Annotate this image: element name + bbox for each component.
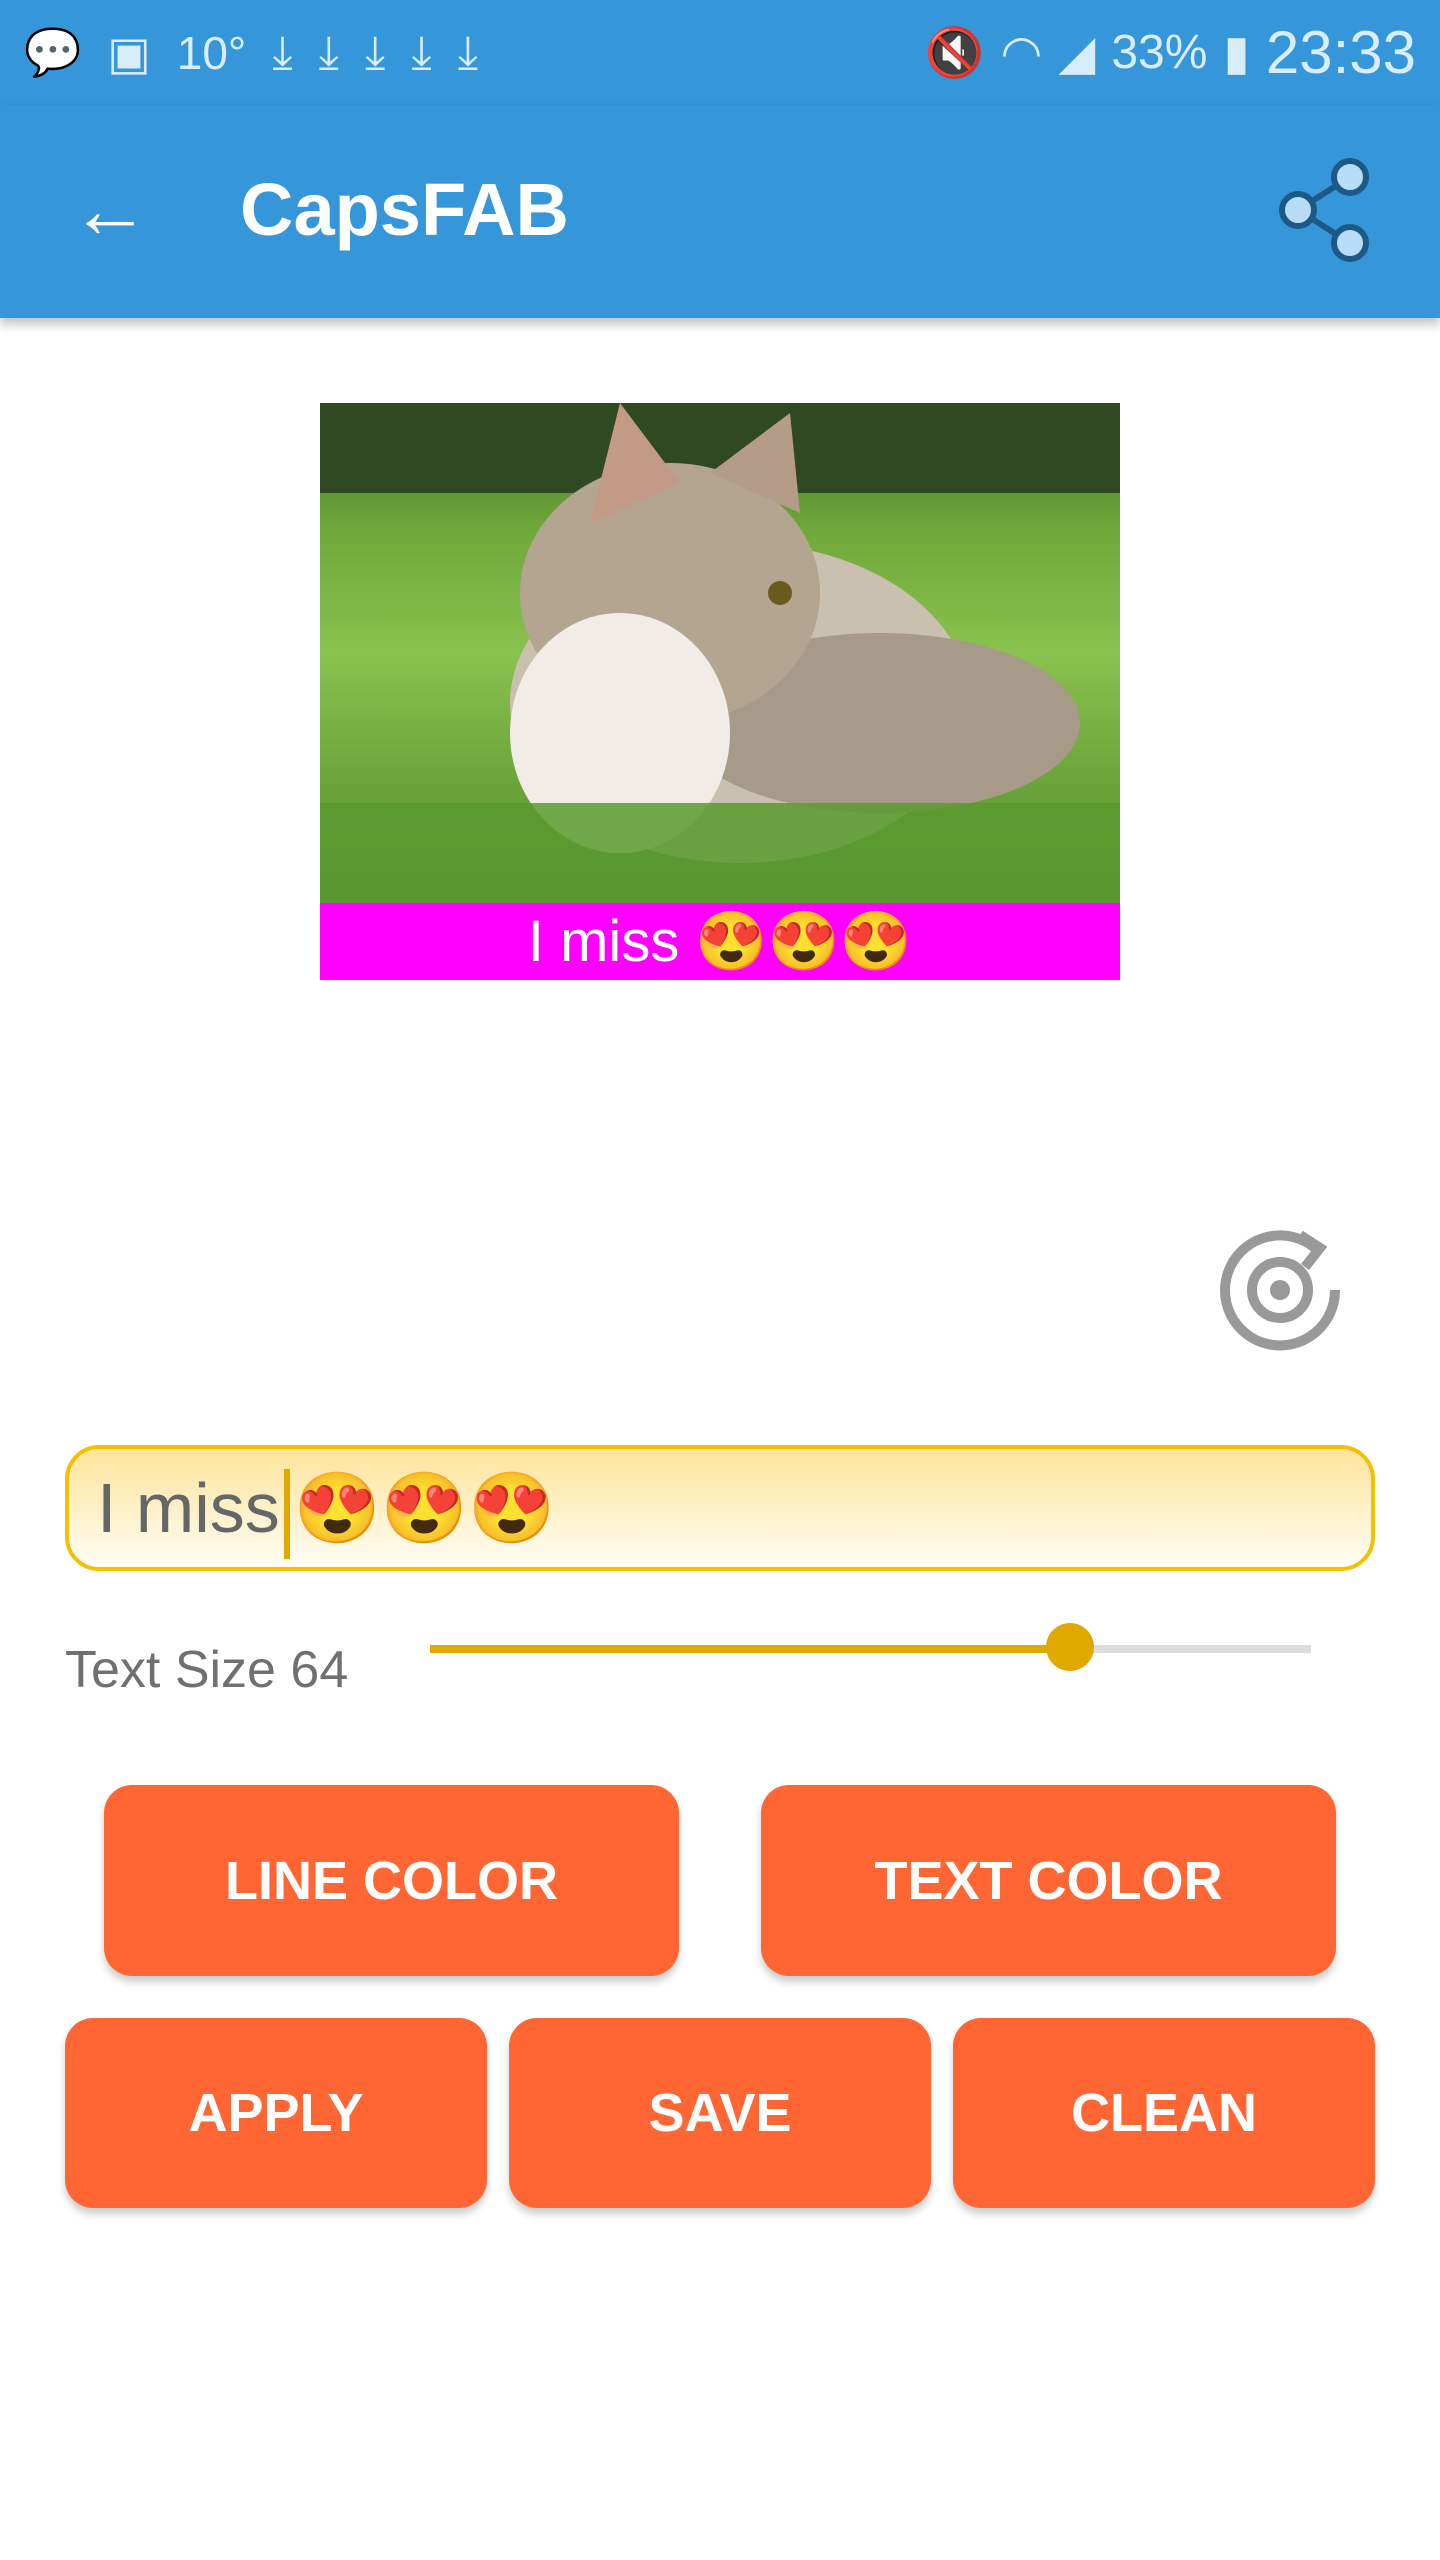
status-bar: 💬 ▣ 10° ⤓ ⤓ ⤓ ⤓ ⤓ 🔇 ◠ ◢ 33% ▮ 23:33 bbox=[0, 0, 1440, 105]
input-emoji: 😍😍😍 bbox=[293, 1469, 556, 1547]
download-icon: ⤓ bbox=[411, 25, 432, 78]
line-color-button[interactable]: LINE COLOR bbox=[104, 1785, 679, 1976]
rotate-icon[interactable] bbox=[1205, 1215, 1355, 1365]
save-button[interactable]: SAVE bbox=[509, 2018, 931, 2208]
messages-icon: 💬 bbox=[24, 26, 82, 78]
signal-icon: ◢ bbox=[1058, 26, 1096, 80]
gallery-icon: ▣ bbox=[107, 26, 151, 79]
battery-charging-icon: ▮ bbox=[1223, 26, 1250, 80]
app-bar: ← CapsFAB bbox=[0, 105, 1440, 318]
clean-button[interactable]: CLEAN bbox=[953, 2018, 1375, 2208]
arrow-left-icon[interactable]: ← bbox=[70, 165, 160, 255]
slider-fill bbox=[430, 1645, 1070, 1653]
apply-button[interactable]: APPLY bbox=[65, 2018, 487, 2208]
download-icon: ⤓ bbox=[272, 25, 293, 78]
text-size-slider[interactable] bbox=[430, 1623, 1311, 1671]
text-caret bbox=[283, 1468, 290, 1559]
slider-thumb[interactable] bbox=[1045, 1623, 1094, 1671]
temperature: 10° bbox=[176, 26, 247, 79]
text-color-button[interactable]: TEXT COLOR bbox=[761, 1785, 1336, 1976]
page-title: CapsFAB bbox=[240, 168, 569, 251]
download-icon: ⤓ bbox=[318, 25, 339, 78]
text-size-label: Text Size 64 bbox=[65, 1641, 349, 1699]
download-icon: ⤓ bbox=[457, 25, 479, 78]
share-icon[interactable] bbox=[1270, 155, 1380, 265]
mute-icon: 🔇 bbox=[924, 27, 985, 80]
preview-caption: I miss 😍😍😍 bbox=[320, 903, 1120, 980]
input-text: I miss bbox=[97, 1469, 280, 1547]
caption-text-input[interactable]: I miss 😍😍😍 bbox=[65, 1445, 1375, 1571]
download-icon: ⤓ bbox=[365, 25, 386, 78]
clock: 23:33 bbox=[1265, 19, 1416, 86]
battery-percent: 33% bbox=[1111, 26, 1208, 79]
preview-image bbox=[320, 403, 1120, 903]
wifi-icon: ◠ bbox=[1000, 26, 1043, 80]
